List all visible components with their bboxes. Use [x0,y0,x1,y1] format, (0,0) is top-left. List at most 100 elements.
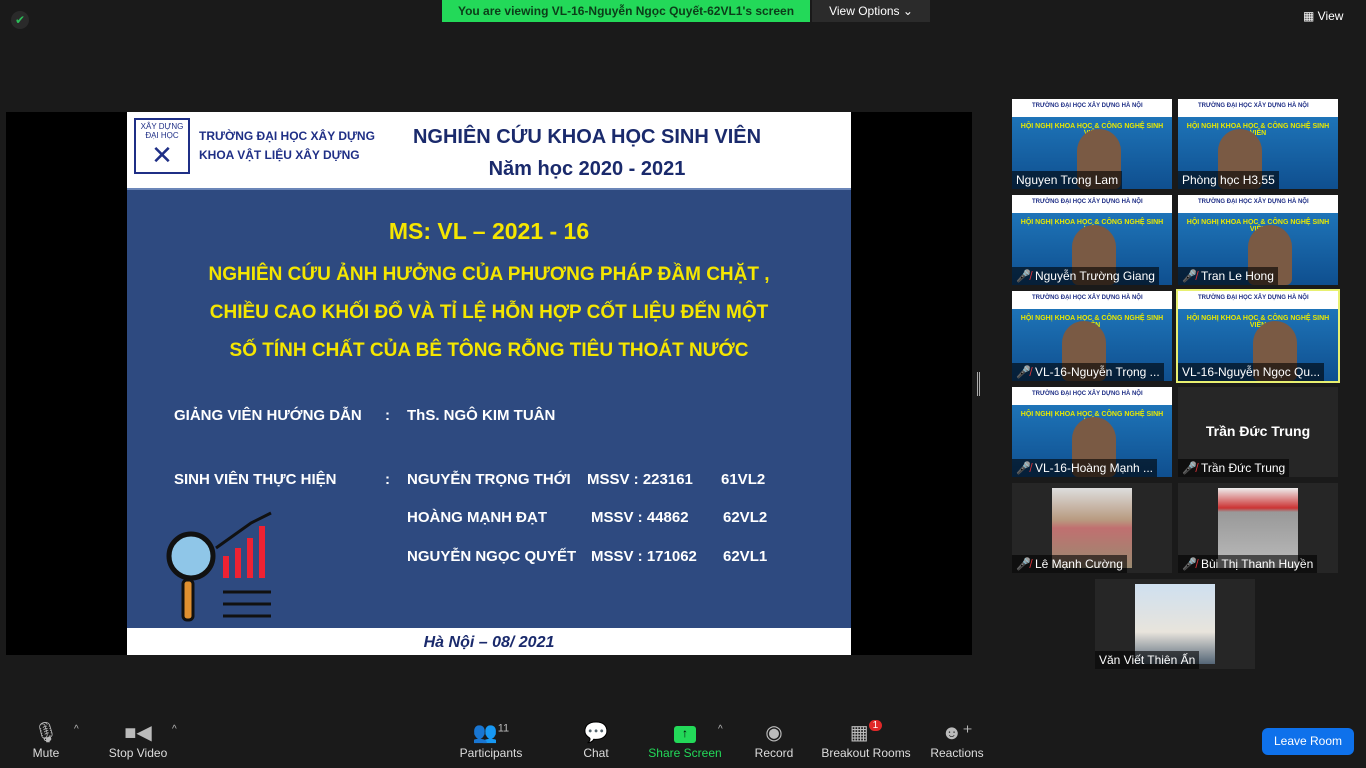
slide-header: XÂY DỰNG ĐẠI HỌC ✕ TRƯỜNG ĐẠI HỌC XÂY DỰN… [127,112,851,190]
participant-name: Nguyen Trong Lam [1012,171,1123,189]
participant-name: 🎤̸ Lê Mạnh Cường [1012,555,1127,573]
participant-name-text: VL-16-Nguyễn Trọng ... [1034,365,1160,379]
students-label: SINH VIÊN THỰC HIỆN [174,471,337,488]
presentation-slide: XÂY DỰNG ĐẠI HỌC ✕ TRƯỜNG ĐẠI HỌC XÂY DỰN… [127,112,851,655]
participant-tile[interactable]: TRƯỜNG ĐẠI HỌC XÂY DỰNG HÀ NỘI HỘI NGHỊ K… [1178,99,1338,189]
participant-tile[interactable]: 🎤̸ Bùi Thị Thanh Huyền [1178,483,1338,573]
chat-button[interactable]: 💬 Chat [578,720,614,760]
topic-line: CHIỀU CAO KHỐI ĐỔ VÀ TỈ LỆ HỖN HỢP CỐT L… [209,302,769,323]
tile-header: TRƯỜNG ĐẠI HỌC XÂY DỰNG HÀ NỘI [1198,103,1309,109]
participant-tile[interactable]: TRƯỜNG ĐẠI HỌC XÂY DỰNG HÀ NỘI HỘI NGHỊ K… [1012,195,1172,285]
participant-tile[interactable]: TRƯỜNG ĐẠI HỌC XÂY DỰNG HÀ NỘI HỘI NGHỊ K… [1178,195,1338,285]
advisor-name: ThS. NGÔ KIM TUÂN [407,407,556,424]
participant-big-name: Trần Đức Trung [1205,423,1311,439]
participant-name-text: Lê Mạnh Cường [1034,557,1123,571]
participant-name: Văn Viết Thiên Ấn [1095,651,1200,669]
colon: : [385,407,390,424]
share-options-caret[interactable]: ^ [718,724,723,735]
student-name: NGUYỄN TRỌNG THỚI [407,471,571,488]
participants-button[interactable]: 👥11 Participants [456,720,526,760]
colon: : [385,471,390,488]
participant-name: 🎤̸ Trần Đức Trung [1178,459,1290,477]
view-options-button[interactable]: View Options ⌄ [812,0,930,22]
reactions-label: Reactions [930,746,984,760]
tile-header: TRƯỜNG ĐẠI HỌC XÂY DỰNG HÀ NỘI [1032,199,1143,205]
breakout-icon: ▦ [849,722,869,744]
participant-name-text: Trần Đức Trung [1200,461,1286,475]
chat-label: Chat [583,746,609,760]
participant-count: 11 [497,722,510,735]
participant-name-text: VL-16-Nguyễn Ngọc Qu... [1182,365,1321,379]
muted-mic-icon: 🎤̸ [1016,461,1031,475]
security-shield-icon[interactable]: ✔ [11,11,29,29]
participants-icon: 👥 [472,722,498,744]
record-icon: ◉ [765,722,783,744]
muted-mic-icon: 🎤̸ [1016,269,1031,283]
student-class: 62VL2 [723,509,768,526]
slide-body: MS: VL – 2021 - 16 NGHIÊN CỨU ẢNH HƯỞNG … [127,190,851,628]
mute-button[interactable]: 🎙 Mute [26,720,66,760]
record-label: Record [754,746,794,760]
microphone-icon: 🎙 [33,722,59,744]
share-screen-button[interactable]: ↑ Share Screen [648,720,722,760]
video-options-caret[interactable]: ^ [172,724,177,735]
participant-name: Phòng học H3.55 [1178,171,1279,189]
participant-name: 🎤̸ Nguyễn Trường Giang [1012,267,1159,285]
research-chart-icon [166,511,272,622]
reactions-button[interactable]: ☻⁺ Reactions [928,720,986,760]
participant-tile[interactable]: TRƯỜNG ĐẠI HỌC XÂY DỰNG HÀ NỘI HỘI NGHỊ K… [1012,291,1172,381]
tile-conf: HỘI NGHỊ KHOA HỌC & CÔNG NGHỆ SINH VIÊN [1186,123,1330,137]
muted-mic-icon: 🎤̸ [1182,461,1197,475]
student-name: NGUYỄN NGỌC QUYẾT [407,548,577,565]
grid-icon: ▦ [1303,9,1318,23]
participant-name-text: Nguyễn Trường Giang [1034,269,1155,283]
student-mssv: MSSV : 44862 [591,509,689,526]
participant-name: 🎤̸ Tran Le Hong [1178,267,1278,285]
muted-mic-icon: 🎤̸ [1182,269,1197,283]
tile-header: TRƯỜNG ĐẠI HỌC XÂY DỰNG HÀ NỘI [1032,295,1143,301]
participant-tile[interactable]: Trần Đức Trung 🎤̸ Trần Đức Trung [1178,387,1338,477]
participant-tile[interactable]: Văn Viết Thiên Ấn [1095,579,1255,669]
chat-icon: 💬 [583,722,609,744]
breakout-rooms-button[interactable]: ▦ 1 Breakout Rooms [820,720,912,760]
view-button[interactable]: ▦ View [1303,9,1343,23]
breakout-label: Breakout Rooms [821,746,911,760]
slide-year: Năm học 2020 - 2021 [488,158,686,180]
student-mssv: MSSV : 223161 [587,471,693,488]
participant-name: 🎤̸ Bùi Thị Thanh Huyền [1178,555,1318,573]
org-line2: KHOA VẬT LIỆU XÂY DỰNG [199,148,360,162]
tile-header: TRƯỜNG ĐẠI HỌC XÂY DỰNG HÀ NỘI [1198,295,1309,301]
mute-label: Mute [32,746,60,760]
participant-tile[interactable]: TRƯỜNG ĐẠI HỌC XÂY DỰNG HÀ NỘI HỘI NGHỊ K… [1176,289,1340,383]
org-line1: TRƯỜNG ĐẠI HỌC XÂY DỰNG [199,129,375,143]
muted-mic-icon: 🎤̸ [1016,557,1031,571]
advisor-label: GIẢNG VIÊN HƯỚNG DẪN [174,407,362,424]
participant-tile[interactable]: TRƯỜNG ĐẠI HỌC XÂY DỰNG HÀ NỘI HỘI NGHỊ K… [1012,387,1172,477]
stop-video-button[interactable]: ■◀ Stop Video [106,720,170,760]
student-class: 62VL1 [723,548,768,565]
slide-footer: Hà Nội – 08/ 2021 [127,628,851,655]
muted-mic-icon: 🎤̸ [1182,557,1197,571]
record-button[interactable]: ◉ Record [752,720,796,760]
participant-name-text: Văn Viết Thiên Ấn [1099,653,1196,667]
topic-line: NGHIÊN CỨU ẢNH HƯỞNG CỦA PHƯƠNG PHÁP ĐẦM… [208,264,770,285]
tile-conf: HỘI NGHỊ KHOA HỌC & CÔNG NGHỆ SINH VIÊN [1186,315,1330,329]
stop-video-label: Stop Video [108,746,168,760]
tile-header: TRƯỜNG ĐẠI HỌC XÂY DỰNG HÀ NỘI [1032,391,1143,397]
project-code: MS: VL – 2021 - 16 [388,218,590,244]
tile-header: TRƯỜNG ĐẠI HỌC XÂY DỰNG HÀ NỘI [1032,103,1143,109]
viewing-banner: You are viewing VL-16-Nguyễn Ngọc Quyết-… [442,0,810,22]
student-name: HOÀNG MẠNH ĐẠT [407,509,547,526]
participant-name-text: Bùi Thị Thanh Huyền [1200,557,1314,571]
leave-room-button[interactable]: Leave Room [1262,728,1354,755]
participant-tile[interactable]: TRƯỜNG ĐẠI HỌC XÂY DỰNG HÀ NỘI HỘI NGHỊ K… [1012,99,1172,189]
topic-line: SỐ TÍNH CHẤT CỦA BÊ TÔNG RỖNG TIÊU THOÁT… [229,340,749,361]
participants-label: Participants [459,746,523,760]
smiley-plus-icon: ☻⁺ [941,722,973,744]
audio-options-caret[interactable]: ^ [74,724,79,735]
participant-name-text: Phòng học H3.55 [1182,173,1275,187]
camera-icon: ■◀ [124,722,152,744]
participant-name: 🎤̸ VL-16-Nguyễn Trọng ... [1012,363,1164,381]
panel-resize-handle[interactable] [977,372,980,396]
participant-tile[interactable]: 🎤̸ Lê Mạnh Cường [1012,483,1172,573]
